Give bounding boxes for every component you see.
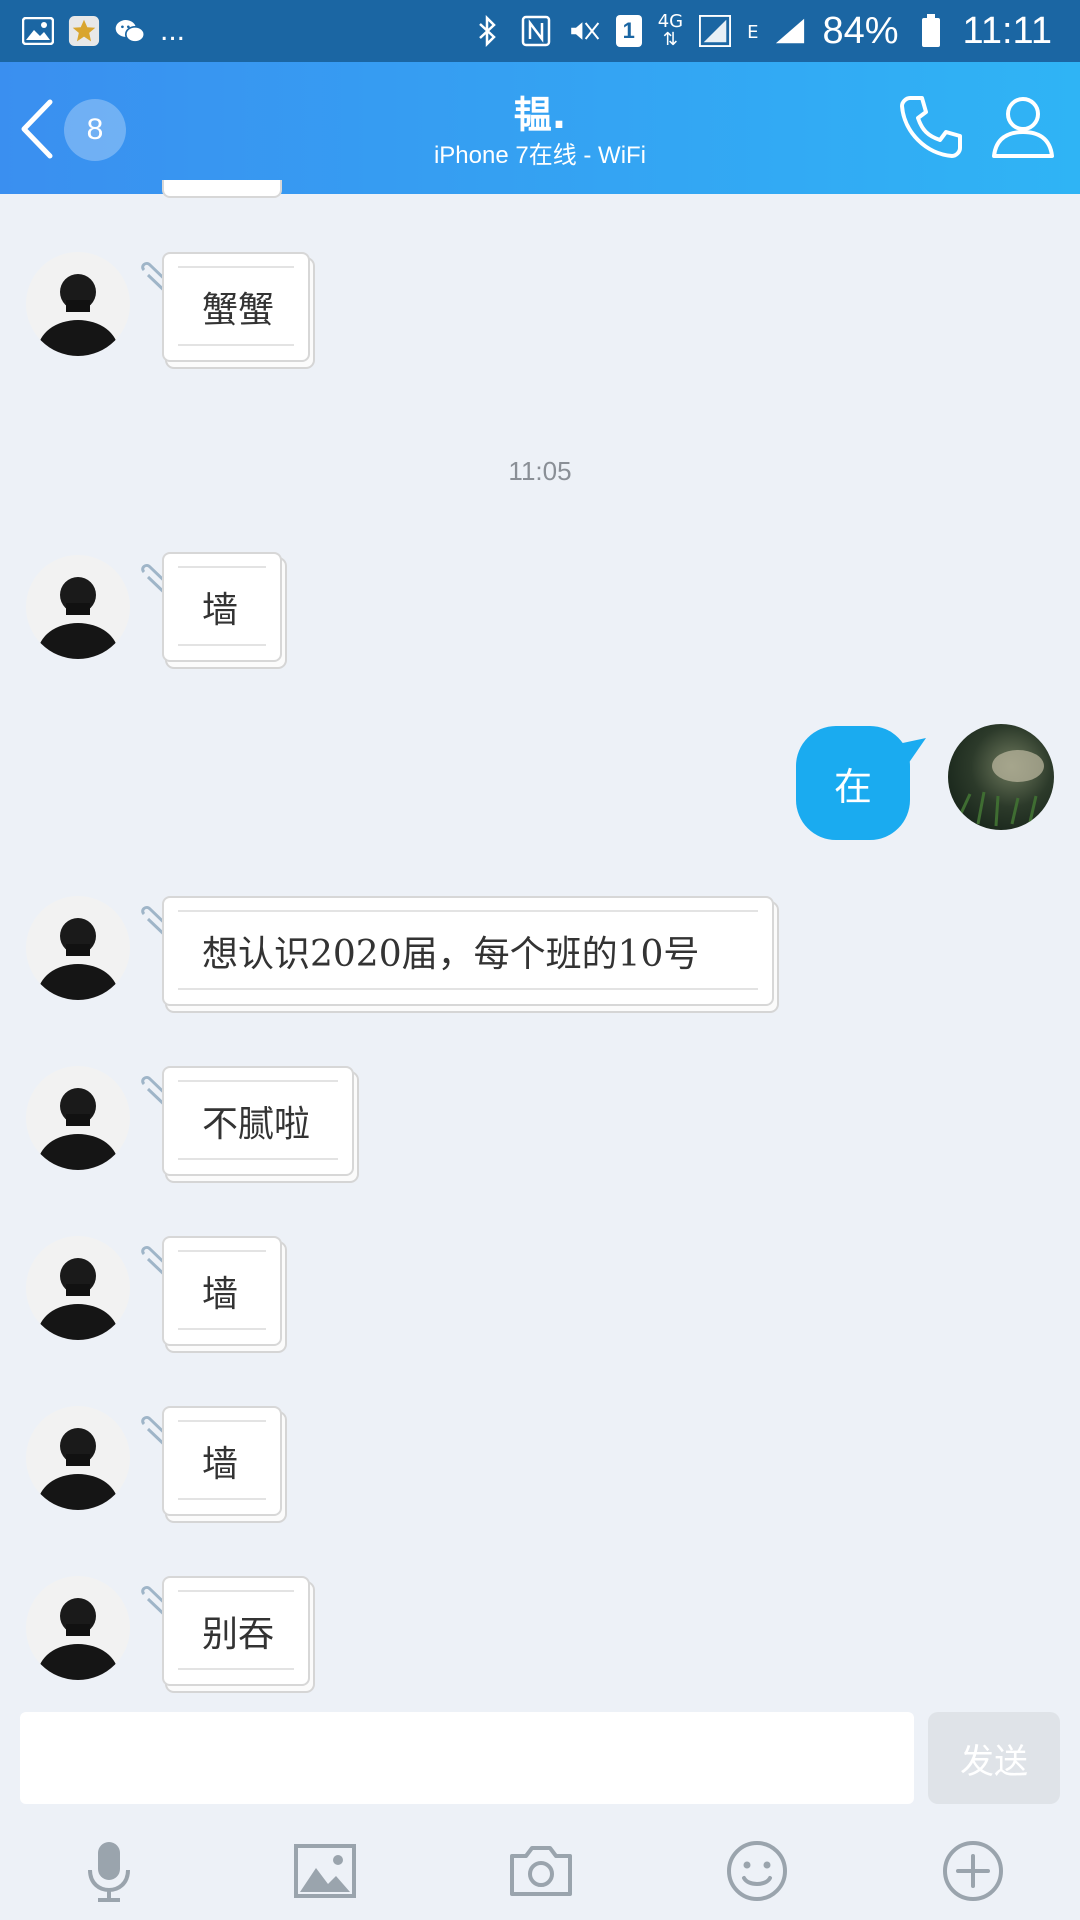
star-app-notification-icon [68,15,100,47]
message-bubble[interactable]: 别吞 [162,1576,310,1686]
contact-avatar[interactable] [26,1406,130,1510]
input-toolbar [0,1820,1080,1920]
camera-icon [510,1846,572,1896]
send-button[interactable]: 发送 [928,1712,1060,1804]
message-text: 墙 [202,590,239,631]
wechat-notification-icon [114,15,146,47]
emoji-icon [727,1841,787,1901]
avatar-portrait-icon [38,1088,118,1170]
contact-avatar[interactable] [26,555,130,659]
message-bubble[interactable]: 墙 [162,1236,282,1346]
avatar-portrait-icon [38,274,118,356]
message-text: 不腻啦 [202,1104,311,1145]
battery-percentage: 84% [822,9,899,52]
call-button[interactable] [896,92,966,162]
chevron-left-icon [21,99,53,159]
clock: 11:11 [962,9,1052,52]
more-options-button[interactable] [940,1838,1006,1904]
plus-icon [943,1841,1003,1901]
timestamp: 11:05 [508,456,572,486]
message-text: 在 [833,764,872,809]
phone-icon [900,96,962,158]
voice-button[interactable] [76,1838,142,1904]
network-e-label: E [747,21,759,43]
chat-title-area[interactable]: 韫. iPhone 7在线 - WiFi [300,92,780,172]
my-avatar[interactable] [948,724,1054,830]
my-message-bubble[interactable]: 在 [796,726,910,840]
sim-slot-badge: 1 [615,15,642,47]
chat-header: 8 韫. iPhone 7在线 - WiFi [0,62,1080,194]
bubble-tail [898,738,926,764]
camera-button[interactable] [508,1838,574,1904]
avatar-portrait-icon [38,918,118,1000]
contact-avatar[interactable] [26,896,130,1000]
avatar-portrait-icon [38,577,118,659]
unread-count-badge[interactable]: 8 [64,99,126,161]
signal-icon-2 [774,15,806,47]
avatar-portrait-icon [38,1598,118,1680]
network-4g-indicator: 4G ⇅ [658,13,683,49]
message-text: 墙 [202,1274,239,1315]
contact-avatar[interactable] [26,252,130,356]
nfc-icon [520,15,552,47]
avatar-portrait-icon [38,1258,118,1340]
partial-message-bubble [162,180,282,198]
battery-icon [915,14,947,47]
bluetooth-icon [472,15,504,47]
message-bubble[interactable]: 墙 [162,1406,282,1516]
image-icon [294,1844,356,1898]
person-icon [992,97,1054,158]
photo-button[interactable] [292,1838,358,1904]
message-text: 蟹蟹 [202,290,275,331]
message-text: 想认识2020届，每个班的10号 [202,934,700,975]
contact-avatar[interactable] [26,1236,130,1340]
data-arrows-icon: ⇅ [662,29,678,50]
signal-icon-1 [699,15,732,47]
microphone-icon [88,1842,130,1902]
message-bubble[interactable]: 墙 [162,552,282,662]
emoji-button[interactable] [724,1838,790,1904]
message-bubble[interactable]: 蟹蟹 [162,252,310,362]
contact-avatar[interactable] [26,1576,130,1680]
message-bubble[interactable]: 不腻啦 [162,1066,354,1176]
mute-icon [568,15,600,47]
message-bubble[interactable]: 想认识2020届，每个班的10号 [162,896,774,1006]
status-bar: ... 1 4G ⇅ E 84% 11:11 [0,0,1080,62]
contact-name: 韫. [513,93,567,137]
gallery-notification-icon [22,15,54,47]
online-status: iPhone 7在线 - WiFi [433,142,647,169]
message-input[interactable] [20,1712,914,1804]
more-notifications: ... [160,14,186,47]
contact-profile-button[interactable] [990,94,1056,160]
contact-avatar[interactable] [26,1066,130,1170]
message-text: 别吞 [202,1614,275,1655]
message-text: 墙 [202,1444,239,1485]
avatar-portrait-icon [38,1428,118,1510]
avatar-grass-icon [956,750,1044,827]
